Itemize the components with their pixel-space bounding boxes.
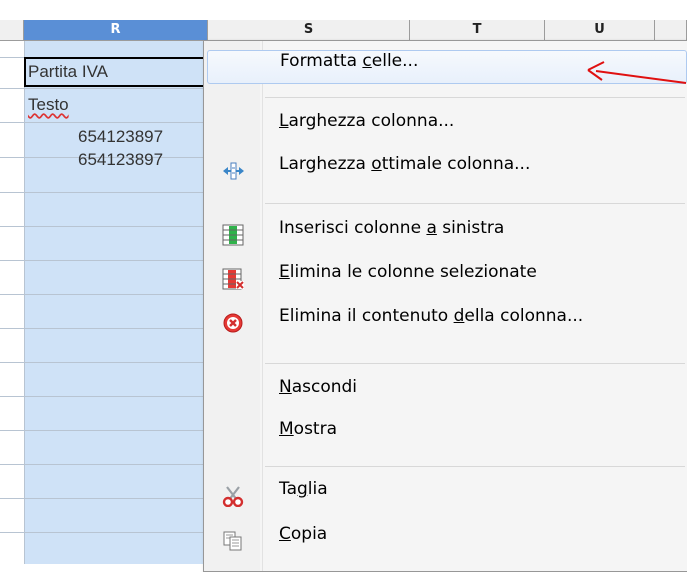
annotation-arrow — [587, 61, 687, 84]
